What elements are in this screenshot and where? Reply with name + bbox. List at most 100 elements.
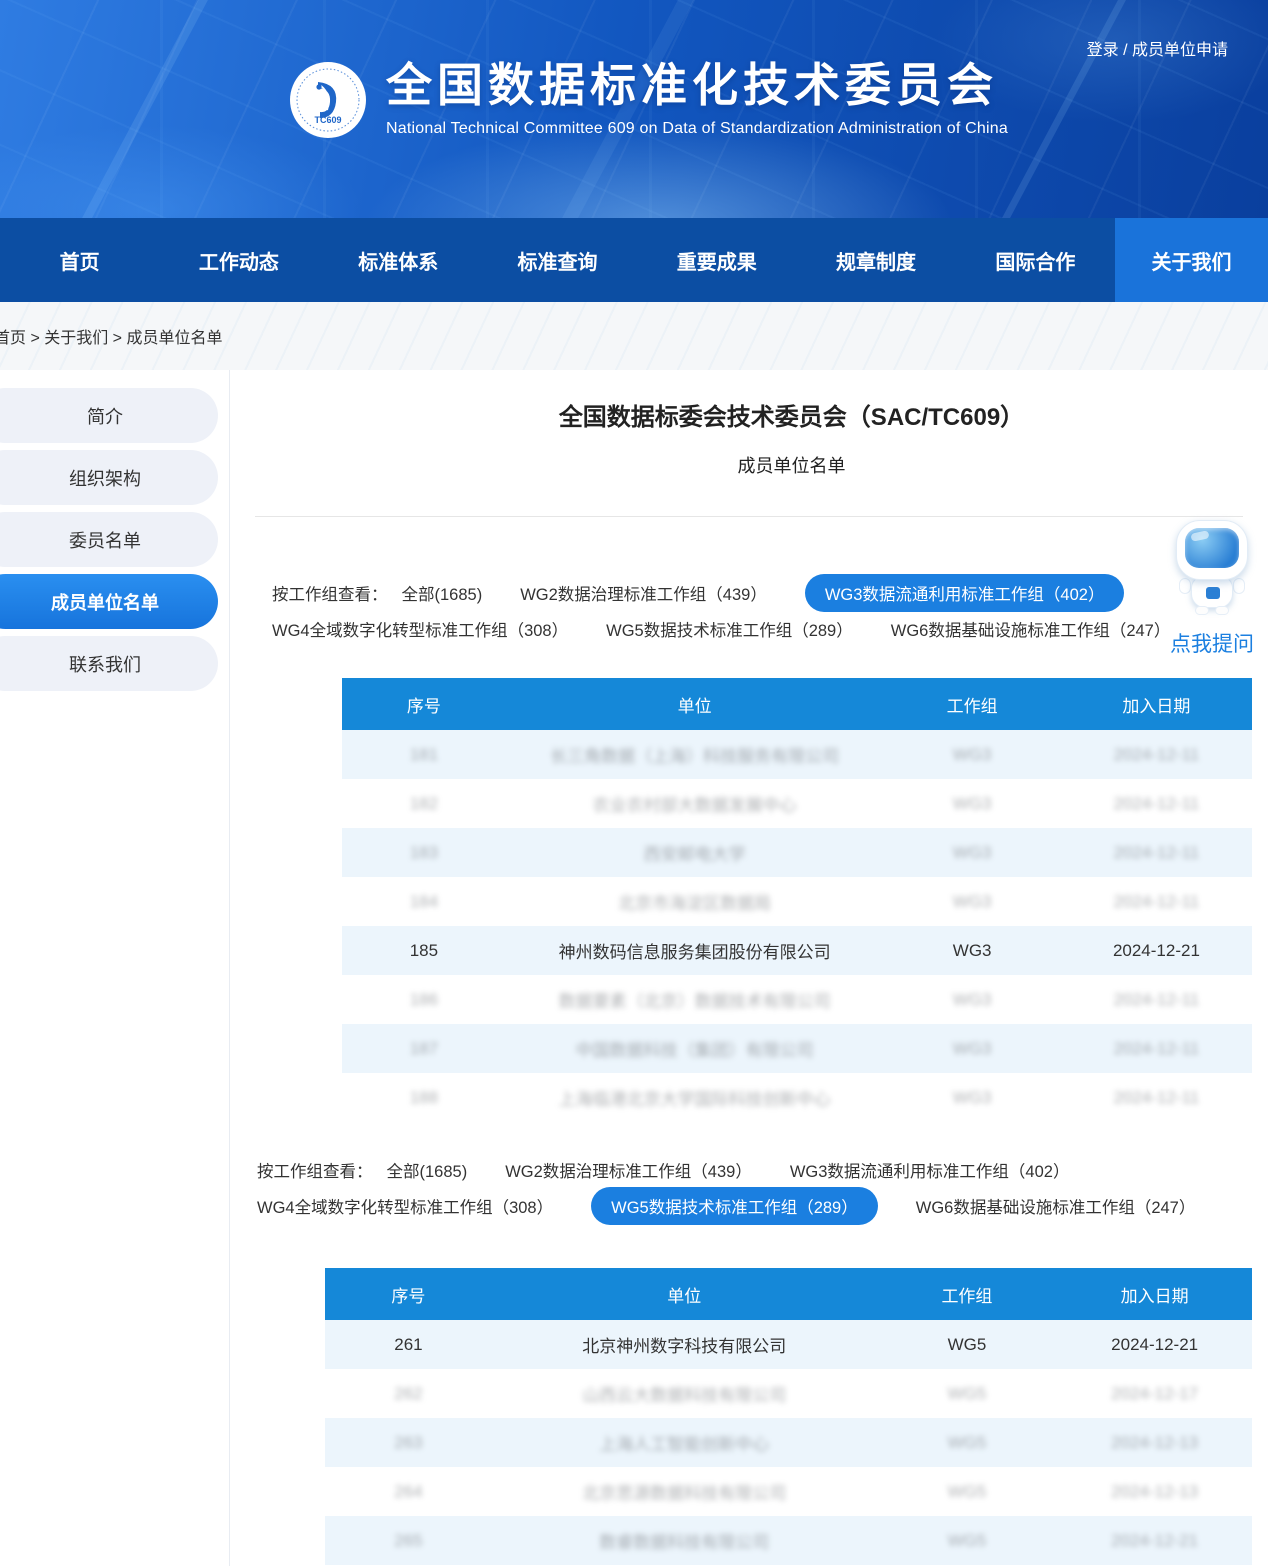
cell-workgroup: WG5 bbox=[877, 1384, 1058, 1404]
table-body: 181 长三角数据（上海）科技服务有限公司 WG3 2024-12-11 182… bbox=[342, 730, 1252, 1122]
table-header-row: 序号单位工作组加入日期 bbox=[325, 1268, 1252, 1320]
nav-item[interactable]: 关于我们 bbox=[1115, 218, 1268, 302]
cell-index: 187 bbox=[342, 1039, 506, 1059]
main-nav: 首页工作动态标准体系标准查询重要成果规章制度国际合作关于我们 bbox=[0, 218, 1268, 302]
nav-item[interactable]: 国际合作 bbox=[956, 218, 1115, 302]
cell-index: 184 bbox=[342, 892, 506, 912]
robot-foot bbox=[1195, 606, 1209, 615]
cell-index: 188 bbox=[342, 1088, 506, 1108]
cell-index: 264 bbox=[325, 1482, 492, 1502]
table-row: 183 西安邮电大学 WG3 2024-12-11 bbox=[342, 828, 1252, 877]
table-row: 263 上海人工智能创新中心 WG5 2024-12-13 bbox=[325, 1418, 1252, 1467]
cell-index: 263 bbox=[325, 1433, 492, 1453]
filter-option[interactable]: WG5数据技术标准工作组（289） bbox=[591, 1187, 878, 1225]
filter-option[interactable]: WG4全域数字化转型标准工作组（308） bbox=[272, 617, 568, 641]
table-header-cell: 序号 bbox=[325, 1282, 492, 1307]
cell-unit-name: 西安邮电大学 bbox=[506, 840, 884, 865]
filter-group-section1: 按工作组查看： 全部(1685) WG2数据治理标准工作组（439） WG3数据流通… bbox=[272, 575, 1268, 647]
banner: 登录 / 成员单位申请 TC609 全国数据标准化技术委员会 National … bbox=[0, 0, 1268, 218]
robot-arm bbox=[1179, 578, 1191, 594]
cell-unit-name: 农业农村部大数据发展中心 bbox=[506, 791, 884, 816]
brand-text: 全国数据标准化技术委员会 National Technical Committe… bbox=[386, 56, 1008, 138]
sidebar-item[interactable]: 简介 bbox=[0, 388, 218, 443]
cell-join-date: 2024-12-13 bbox=[1057, 1482, 1252, 1502]
cell-workgroup: WG3 bbox=[883, 990, 1060, 1010]
assistant-label[interactable]: 点我提问 bbox=[1160, 628, 1264, 658]
cell-workgroup: WG3 bbox=[883, 941, 1060, 961]
table-header-cell: 单位 bbox=[506, 692, 884, 717]
nav-item[interactable]: 工作动态 bbox=[159, 218, 318, 302]
robot-mascot-icon[interactable] bbox=[1171, 520, 1253, 616]
cell-unit-name: 中国数据科技（集团）有限公司 bbox=[506, 1036, 884, 1061]
table-row: 265 数睿数据科技有限公司 WG5 2024-12-21 bbox=[325, 1516, 1252, 1565]
filter-option[interactable]: 全部(1685) bbox=[387, 1158, 468, 1182]
brand: TC609 全国数据标准化技术委员会 National Technical Co… bbox=[288, 56, 1008, 140]
filter-option[interactable]: WG4全域数字化转型标准工作组（308） bbox=[257, 1194, 553, 1218]
table-row: 186 数据要素（北京）数据技术有限公司 WG3 2024-12-11 bbox=[342, 975, 1252, 1024]
cell-workgroup: WG3 bbox=[883, 745, 1060, 765]
cell-join-date: 2024-12-17 bbox=[1057, 1384, 1252, 1404]
table-header-cell: 工作组 bbox=[877, 1282, 1058, 1307]
filter-group-section2: 按工作组查看： 全部(1685) WG2数据治理标准工作组（439） WG3数据流通… bbox=[257, 1152, 1268, 1224]
page-head: 全国数据标委会技术委员会（SAC/TC609） 成员单位名单 bbox=[315, 400, 1268, 478]
cell-unit-name: 上海临港北京大学国际科技创新中心 bbox=[506, 1085, 884, 1110]
nav-item[interactable]: 首页 bbox=[0, 218, 159, 302]
cell-index: 183 bbox=[342, 843, 506, 863]
robot-badge bbox=[1206, 587, 1220, 599]
sidebar-item[interactable]: 委员名单 bbox=[0, 512, 218, 567]
robot-arm bbox=[1233, 578, 1245, 594]
nav-item[interactable]: 规章制度 bbox=[796, 218, 955, 302]
cell-join-date: 2024-12-21 bbox=[1057, 1531, 1252, 1551]
sidebar-item[interactable]: 联系我们 bbox=[0, 636, 218, 691]
table-row: 262 山西云大数据科技有限公司 WG5 2024-12-17 bbox=[325, 1369, 1252, 1418]
assistant-widget[interactable]: 点我提问 bbox=[1160, 520, 1264, 658]
member-table-wg3: 序号单位工作组加入日期 181 长三角数据（上海）科技服务有限公司 WG3 20… bbox=[342, 678, 1252, 1122]
sidebar-item[interactable]: 成员单位名单 bbox=[0, 574, 218, 629]
cell-workgroup: WG5 bbox=[877, 1433, 1058, 1453]
cell-join-date: 2024-12-11 bbox=[1061, 794, 1252, 814]
cell-join-date: 2024-12-11 bbox=[1061, 843, 1252, 863]
filter-option[interactable]: WG6数据基础设施标准工作组（247） bbox=[916, 1194, 1196, 1218]
nav-item[interactable]: 标准查询 bbox=[478, 218, 637, 302]
table-row: 182 农业农村部大数据发展中心 WG3 2024-12-11 bbox=[342, 779, 1252, 828]
table-body: 261 北京神州数字科技有限公司 WG5 2024-12-21 262 山西云大… bbox=[325, 1320, 1252, 1565]
login-link[interactable]: 登录 / 成员单位申请 bbox=[1087, 36, 1228, 60]
member-table-wg5: 序号单位工作组加入日期 261 北京神州数字科技有限公司 WG5 2024-12… bbox=[325, 1268, 1252, 1565]
table-row: 187 中国数据科技（集团）有限公司 WG3 2024-12-11 bbox=[342, 1024, 1252, 1073]
table-row: 181 长三角数据（上海）科技服务有限公司 WG3 2024-12-11 bbox=[342, 730, 1252, 779]
cell-join-date: 2024-12-21 bbox=[1057, 1335, 1252, 1355]
filter-option[interactable]: WG6数据基础设施标准工作组（247） bbox=[891, 617, 1171, 641]
cell-workgroup: WG3 bbox=[883, 843, 1060, 863]
filter-option[interactable]: WG3数据流通利用标准工作组（402） bbox=[805, 574, 1125, 612]
page-subtitle: 成员单位名单 bbox=[315, 452, 1268, 478]
cell-index: 265 bbox=[325, 1531, 492, 1551]
filter-option[interactable]: WG5数据技术标准工作组（289） bbox=[606, 617, 853, 641]
banner-decor-bar bbox=[1002, 0, 1126, 218]
cell-workgroup: WG3 bbox=[883, 892, 1060, 912]
cell-index: 181 bbox=[342, 745, 506, 765]
filter-label: 按工作组查看： bbox=[257, 1158, 373, 1182]
table-header-cell: 单位 bbox=[492, 1282, 877, 1307]
sidebar: 简介组织架构委员名单成员单位名单联系我们 bbox=[0, 370, 230, 1566]
banner-decor-bar bbox=[82, 0, 208, 218]
cell-index: 262 bbox=[325, 1384, 492, 1404]
filter-option[interactable]: 全部(1685) bbox=[402, 581, 483, 605]
robot-foot bbox=[1215, 606, 1229, 615]
table-header-cell: 加入日期 bbox=[1061, 692, 1252, 717]
cell-workgroup: WG5 bbox=[877, 1482, 1058, 1502]
nav-item[interactable]: 重要成果 bbox=[637, 218, 796, 302]
sidebar-item[interactable]: 组织架构 bbox=[0, 450, 218, 505]
breadcrumb[interactable]: 首页 > 关于我们 > 成员单位名单 bbox=[0, 324, 222, 348]
svg-text:TC609: TC609 bbox=[314, 115, 341, 125]
filter-option[interactable]: WG3数据流通利用标准工作组（402） bbox=[790, 1158, 1070, 1182]
filter-label: 按工作组查看： bbox=[272, 581, 388, 605]
nav-item[interactable]: 标准体系 bbox=[319, 218, 478, 302]
table-row: 185 神州数码信息服务集团股份有限公司 WG3 2024-12-21 bbox=[342, 926, 1252, 975]
cell-unit-name: 北京神州数字科技有限公司 bbox=[492, 1332, 877, 1357]
breadcrumb-bar: 首页 > 关于我们 > 成员单位名单 bbox=[0, 302, 1268, 370]
table-row: 264 北京思源数据科技有限公司 WG5 2024-12-13 bbox=[325, 1467, 1252, 1516]
filter-option[interactable]: WG2数据治理标准工作组（439） bbox=[520, 581, 767, 605]
robot-body bbox=[1191, 576, 1233, 608]
table-row: 188 上海临港北京大学国际科技创新中心 WG3 2024-12-11 bbox=[342, 1073, 1252, 1122]
filter-option[interactable]: WG2数据治理标准工作组（439） bbox=[505, 1158, 752, 1182]
